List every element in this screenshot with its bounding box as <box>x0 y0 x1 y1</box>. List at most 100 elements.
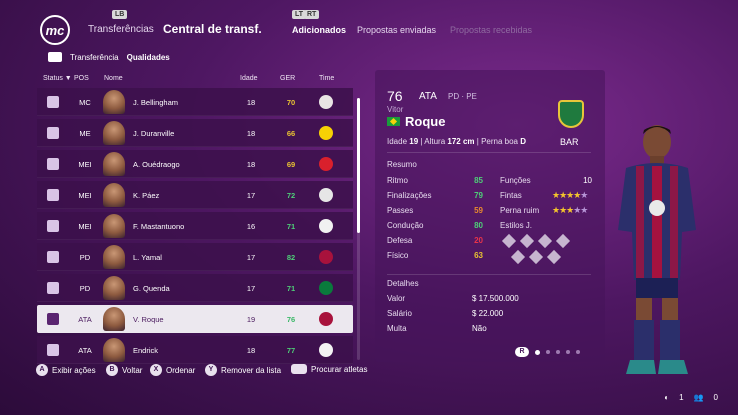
hint-actions[interactable]: A Exibir ações <box>36 364 96 376</box>
playstyle-icon[interactable] <box>519 233 535 249</box>
header-age[interactable]: Idade <box>240 75 258 82</box>
playstyle-icon[interactable] <box>501 233 517 249</box>
row-ger: 77 <box>286 346 296 355</box>
subtab-sent-offers[interactable]: Propostas enviadas <box>357 25 436 35</box>
row-name: F. Mastantuono <box>133 222 185 231</box>
hint-back[interactable]: B Voltar <box>106 364 142 376</box>
table-row[interactable]: MEI A. Ouédraogo 18 69 <box>37 150 353 178</box>
table-row[interactable]: PD G. Quenda 17 71 <box>37 274 353 302</box>
lb-badge-icon: LB <box>112 10 128 19</box>
status-icon <box>47 96 59 108</box>
page-dot[interactable] <box>546 350 550 354</box>
page-dot[interactable] <box>556 350 560 354</box>
page-dot[interactable] <box>566 350 570 354</box>
row-position: MC <box>79 98 91 107</box>
player-alt-positions: PD · PE <box>448 92 477 101</box>
foot-label: Perna boa <box>481 137 518 146</box>
filter-transfer[interactable]: Transferência <box>70 53 119 62</box>
hint-remove[interactable]: Y Remover da lista <box>205 364 281 376</box>
row-position: ATA <box>78 346 92 355</box>
salary-label: Salário <box>387 309 412 318</box>
stat-label: Ritmo <box>387 176 408 185</box>
page-dot[interactable] <box>535 349 540 355</box>
hint-search-label: Procurar atletas <box>311 364 368 374</box>
notification-count: 1 <box>679 393 684 402</box>
player-rating: 76 <box>387 88 403 104</box>
player-face-icon <box>103 338 125 362</box>
r-stick-icon[interactable]: R <box>515 347 529 357</box>
stat-value: 85 <box>474 176 483 185</box>
player-first-name: Vitor <box>387 105 404 114</box>
table-row[interactable]: ATA Endrick 18 77 <box>37 336 353 364</box>
row-ger: 71 <box>286 222 296 231</box>
table-row[interactable]: MC J. Bellingham 18 70 <box>37 88 353 116</box>
scrollbar-thumb[interactable] <box>357 98 360 233</box>
status-icon <box>47 220 59 232</box>
weak-foot-stars: ★★★★★ <box>552 205 588 215</box>
subtab-added[interactable]: Adicionados <box>292 25 346 35</box>
table-row[interactable]: ATA V. Roque 19 76 <box>37 305 353 333</box>
filter-qualities[interactable]: Qualidades <box>127 53 170 62</box>
value-label: Valor <box>387 294 406 303</box>
status-icon <box>47 313 59 325</box>
row-name: G. Quenda <box>133 284 170 293</box>
list-scrollbar[interactable] <box>357 98 360 360</box>
header-status[interactable]: Status ▼ <box>43 75 72 82</box>
playstyle-icon[interactable] <box>510 249 526 265</box>
release-clause-label: Multa <box>387 324 407 333</box>
view-button-icon <box>291 364 307 374</box>
playstyle-icon[interactable] <box>555 233 571 249</box>
divider <box>387 274 591 275</box>
row-age: 18 <box>246 346 256 355</box>
table-row[interactable]: ME J. Duranville 18 66 <box>37 119 353 147</box>
y-button-icon: Y <box>205 364 217 376</box>
row-name: A. Ouédraogo <box>133 160 180 169</box>
subtab-received-offers[interactable]: Propostas recebidas <box>450 25 532 35</box>
a-button-icon: A <box>36 364 48 376</box>
playstyle-icon[interactable] <box>528 249 544 265</box>
tab-transfers[interactable]: Transferências <box>88 24 154 35</box>
skill-moves-label: Fintas <box>500 191 522 200</box>
tab-transfer-hub[interactable]: Central de transf. <box>163 22 262 36</box>
page-dot[interactable] <box>576 350 580 354</box>
row-position: PD <box>79 253 91 262</box>
team-crest-icon <box>319 312 333 326</box>
playstyles-label: Estilos J. <box>500 221 533 230</box>
hint-sort[interactable]: X Ordenar <box>150 364 195 376</box>
brazil-flag-icon <box>387 117 400 126</box>
header-ger[interactable]: GER <box>280 75 295 82</box>
height-label: Altura <box>424 137 446 146</box>
stat-value: 80 <box>474 221 483 230</box>
header-team[interactable]: Time <box>319 75 334 82</box>
salary-amount: $ 22.000 <box>472 309 504 318</box>
header-pos[interactable]: POS <box>74 75 89 82</box>
divider <box>387 152 591 153</box>
table-row[interactable]: MEI F. Mastantuono 16 71 <box>37 212 353 240</box>
header-name[interactable]: Nome <box>104 75 123 82</box>
playstyle-icon[interactable] <box>546 249 562 265</box>
player-last-name: Roque <box>405 114 446 129</box>
hint-search[interactable]: Procurar atletas <box>291 364 367 374</box>
row-name: J. Duranville <box>133 129 175 138</box>
row-ger: 66 <box>286 129 296 138</box>
roles-label: Funções <box>500 176 531 185</box>
team-crest-icon <box>319 157 333 171</box>
row-ger: 71 <box>286 284 296 293</box>
age-label: Idade <box>387 137 408 146</box>
hint-remove-label: Remover da lista <box>221 365 282 375</box>
summary-title: Resumo <box>387 160 417 169</box>
table-row[interactable]: PD L. Yamal 17 82 <box>37 243 353 271</box>
row-position: MEI <box>78 160 92 169</box>
status-icon <box>47 158 59 170</box>
rt-badge-icon: RT <box>304 10 320 19</box>
top-navigation: mc LB Transferências Central de transf. … <box>0 0 738 60</box>
foot-value: D <box>520 137 527 146</box>
notification-icon: ◐ <box>664 393 670 402</box>
table-row[interactable]: MEI K. Páez 17 72 <box>37 181 353 209</box>
playstyle-icon[interactable] <box>537 233 553 249</box>
status-icon <box>47 344 59 356</box>
filter-icon[interactable] <box>48 52 62 62</box>
stat-label: Físico <box>387 251 409 260</box>
page-indicator[interactable]: R <box>515 347 580 357</box>
row-position: PD <box>79 284 91 293</box>
